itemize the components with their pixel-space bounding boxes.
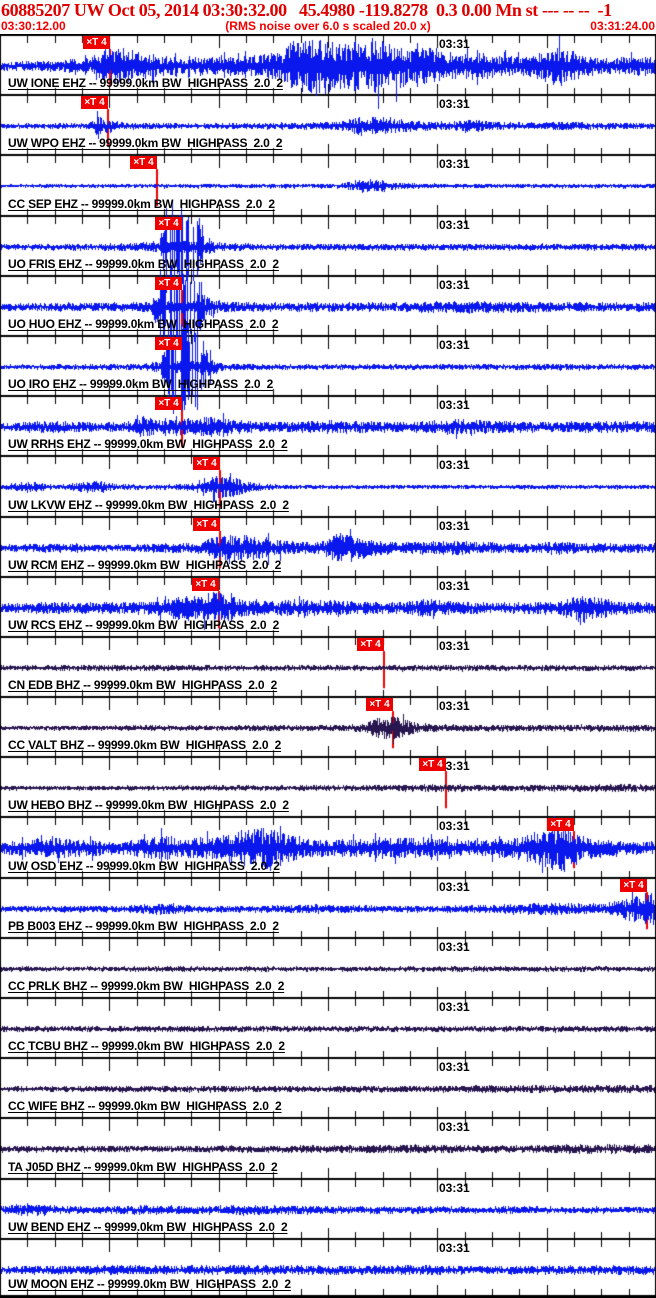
minute-label: 03:31: [439, 819, 470, 833]
trace-label: UO HUO EHZ -- 99999.0km BW HIGHPASS 2.0 …: [8, 317, 279, 331]
trace-label: UW OSD EHZ -- 99999.0km BW HIGHPASS 2.0 …: [8, 859, 280, 873]
minute-label: 03:31: [439, 338, 470, 352]
trace-label: UW WPO EHZ -- 99999.0km BW HIGHPASS 2.0 …: [8, 136, 283, 150]
trace-area: UW IONE EHZ -- 99999.0km BW HIGHPASS 2.0…: [0, 34, 656, 1298]
pick-flag[interactable]: ×T 4: [130, 156, 157, 169]
trace-label: UW MOON EHZ -- 99999.0km BW HIGHPASS 2.0…: [8, 1277, 291, 1291]
pick-flag[interactable]: ×T 4: [193, 457, 220, 470]
trace-label: UO IRO EHZ -- 99999.0km BW HIGHPASS 2.0 …: [8, 377, 274, 391]
pick-flag[interactable]: ×T 4: [547, 818, 574, 831]
minute-label: 03:31: [439, 1060, 470, 1074]
minute-label: 03:31: [439, 940, 470, 954]
rms-scale-note: (RMS noise over 6.0 s scaled 20.0 x): [225, 19, 431, 33]
minute-label: 03:31: [439, 880, 470, 894]
minute-label: 03:31: [439, 699, 470, 713]
minute-label: 03:31: [439, 157, 470, 171]
pick-flag[interactable]: ×T 4: [620, 879, 647, 892]
trace-label: PB B003 EHZ -- 99999.0km BW HIGHPASS 2.0…: [8, 919, 279, 933]
minute-label: 03:31: [439, 1000, 470, 1014]
waveform-review-window: 60885207 UW Oct 05, 2014 03:30:32.00 45.…: [0, 0, 656, 1298]
minute-label: 03:31: [439, 1241, 470, 1255]
trace-label: UW LKVW EHZ -- 99999.0km BW HIGHPASS 2.0…: [8, 498, 289, 512]
minute-label: 03:31: [439, 639, 470, 653]
pick-flag[interactable]: ×T 4: [155, 217, 182, 230]
trace-label: CC TCBU BHZ -- 99999.0km BW HIGHPASS 2.0…: [8, 1039, 285, 1053]
trace-label: UW RCM EHZ -- 99999.0km BW HIGHPASS 2.0 …: [8, 558, 282, 572]
pick-flag[interactable]: ×T 4: [81, 96, 108, 109]
window-end-time: 03:31:24.00: [590, 19, 655, 33]
pick-flag[interactable]: ×T 4: [192, 578, 219, 591]
trace-label: CC WIFE BHZ -- 99999.0km BW HIGHPASS 2.0…: [8, 1099, 282, 1113]
minute-label: 03:31: [439, 1181, 470, 1195]
minute-label: 03:31: [439, 579, 470, 593]
trace-label: CC SEP EHZ -- 99999.0km BW HIGHPASS 2.0 …: [8, 197, 275, 211]
minute-label: 03:31: [439, 97, 470, 111]
pick-flag[interactable]: ×T 4: [155, 337, 182, 350]
event-summary-line: 60885207 UW Oct 05, 2014 03:30:32.00 45.…: [1, 0, 612, 20]
pick-flag[interactable]: ×T 4: [366, 698, 393, 711]
pick-flag[interactable]: ×T 4: [419, 758, 446, 771]
minute-label: 03:31: [439, 37, 470, 51]
pick-flag[interactable]: ×T 4: [155, 277, 182, 290]
trace-label: UW HEBO BHZ -- 99999.0km BW HIGHPASS 2.0…: [8, 798, 289, 812]
pick-flag[interactable]: ×T 4: [357, 638, 384, 651]
trace-label: UW RRHS EHZ -- 99999.0km BW HIGHPASS 2.0…: [8, 437, 288, 451]
pick-flag[interactable]: ×T 4: [193, 518, 220, 531]
minute-label: 03:31: [439, 278, 470, 292]
trace-label: UO FRIS EHZ -- 99999.0km BW HIGHPASS 2.0…: [8, 257, 279, 271]
minute-label: 03:31: [439, 398, 470, 412]
minute-label: 03:31: [439, 1120, 470, 1134]
pick-flag[interactable]: ×T 4: [155, 397, 182, 410]
trace-label: UW BEND EHZ -- 99999.0km BW HIGHPASS 2.0…: [8, 1220, 288, 1234]
pick-flag[interactable]: ×T 4: [83, 36, 110, 49]
trace-label: TA J05D BHZ -- 99999.0km BW HIGHPASS 2.0…: [8, 1160, 278, 1174]
trace-label: CN EDB BHZ -- 99999.0km BW HIGHPASS 2.0 …: [8, 678, 278, 692]
trace-label: CC VALT BHZ -- 99999.0km BW HIGHPASS 2.0…: [8, 738, 282, 752]
trace-label: UW RCS EHZ -- 99999.0km BW HIGHPASS 2.0 …: [8, 618, 280, 632]
minute-label: 03:31: [439, 519, 470, 533]
header: 60885207 UW Oct 05, 2014 03:30:32.00 45.…: [0, 0, 656, 34]
minute-label: 03:31: [439, 218, 470, 232]
trace-label: CC PRLK BHZ -- 99999.0km BW HIGHPASS 2.0…: [8, 979, 285, 993]
trace-label: UW IONE EHZ -- 99999.0km BW HIGHPASS 2.0…: [8, 76, 283, 90]
minute-label: 03:31: [439, 458, 470, 472]
